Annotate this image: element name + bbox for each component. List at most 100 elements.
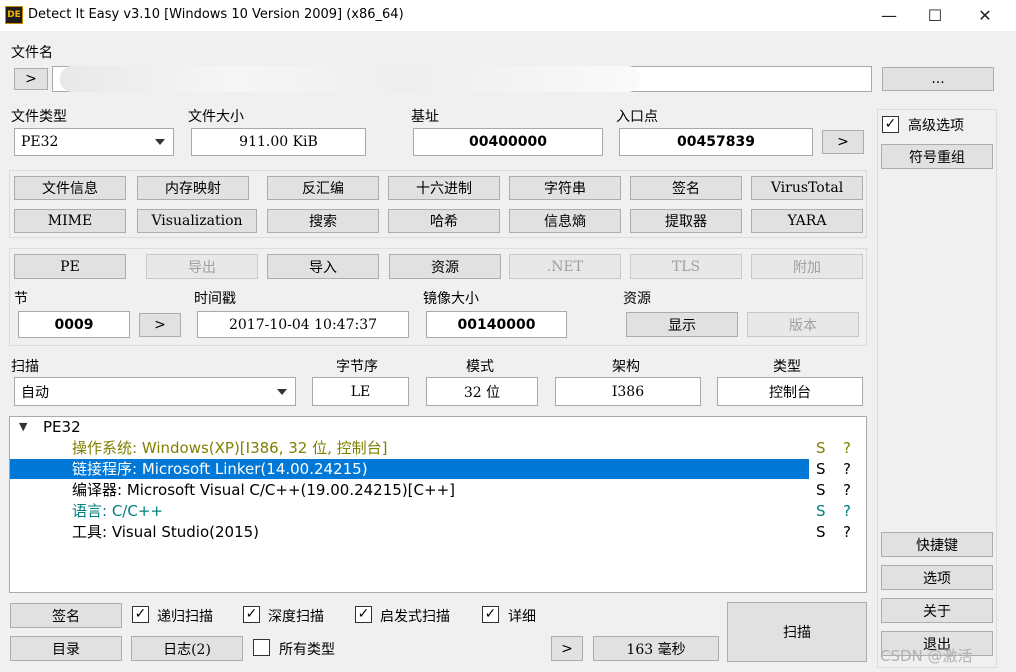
close-icon[interactable]: ✕ xyxy=(962,0,1008,31)
tool-button-row1[interactable]: 反汇编 xyxy=(267,176,379,200)
result-text: 工具: Visual Studio(2015) xyxy=(72,523,260,541)
tool-button-row1[interactable]: 十六进制 xyxy=(388,176,500,200)
recursive-scan-checkbox[interactable]: ✓ xyxy=(132,606,149,623)
about-button[interactable]: 关于 xyxy=(881,598,993,623)
endian-label: 字节序 xyxy=(336,359,378,375)
base-address-label: 基址 xyxy=(411,109,439,125)
shortcuts-button[interactable]: 快捷键 xyxy=(881,532,993,557)
result-signature-flag[interactable]: S xyxy=(816,459,826,479)
result-row[interactable]: 操作系统: Windows(XP)[I386, 32 位, 控制台] S? xyxy=(10,438,867,458)
tls-button[interactable]: TLS xyxy=(630,254,742,279)
verbose-checkbox[interactable]: ✓ xyxy=(482,606,499,623)
tool-button-row2[interactable]: 搜索 xyxy=(267,209,379,233)
show-resources-button[interactable]: 显示 xyxy=(626,312,738,337)
tool-button-row1[interactable]: 文件信息 xyxy=(14,176,126,200)
expand-arrow-icon[interactable]: ▼ xyxy=(19,420,27,433)
chevron-down-icon xyxy=(277,388,287,395)
recursive-scan-label: 递归扫描 xyxy=(157,609,213,625)
version-button[interactable]: 版本 xyxy=(747,312,859,337)
type-field: 控制台 xyxy=(717,377,863,406)
file-size-field: 911.00 KiB xyxy=(191,128,366,156)
deep-scan-checkbox[interactable]: ✓ xyxy=(243,606,260,623)
result-info-flag[interactable]: ? xyxy=(843,501,851,521)
image-size-label: 镜像大小 xyxy=(423,291,479,307)
entry-point-button[interactable]: > xyxy=(822,130,864,154)
file-type-label: 文件类型 xyxy=(11,109,67,125)
image-size-field: 00140000 xyxy=(426,311,567,338)
resources-button[interactable]: 资源 xyxy=(389,254,501,279)
arch-field: I386 xyxy=(555,377,701,406)
tool-button-row2[interactable]: 提取器 xyxy=(630,209,742,233)
tool-button-row1[interactable]: VirusTotal xyxy=(751,176,863,200)
timestamp-label: 时间戳 xyxy=(194,291,236,307)
app-icon: DE xyxy=(5,6,23,24)
verbose-label: 详细 xyxy=(508,609,536,625)
file-type-value: PE32 xyxy=(21,134,59,150)
log-button[interactable]: 日志(2) xyxy=(131,636,243,661)
advanced-options-label: 高级选项 xyxy=(908,118,964,134)
result-signature-flag[interactable]: S xyxy=(816,480,826,500)
result-info-flag[interactable]: ? xyxy=(843,522,851,542)
net-button[interactable]: .NET xyxy=(509,254,621,279)
pe-button[interactable]: PE xyxy=(14,254,126,279)
result-signature-flag[interactable]: S xyxy=(816,522,826,542)
tool-button-row2[interactable]: YARA xyxy=(751,209,863,233)
open-file-button[interactable]: > xyxy=(14,68,48,90)
file-size-label: 文件大小 xyxy=(188,109,244,125)
export-button[interactable]: 导出 xyxy=(146,254,258,279)
overlay-button[interactable]: 附加 xyxy=(751,254,863,279)
import-button[interactable]: 导入 xyxy=(267,254,379,279)
result-row[interactable]: 编译器: Microsoft Visual C/C++(19.00.24215)… xyxy=(10,480,867,500)
result-info-flag[interactable]: ? xyxy=(843,480,851,500)
scan-mode-value: 自动 xyxy=(21,384,49,401)
tool-button-row2[interactable]: MIME xyxy=(14,209,126,233)
mode-field: 32 位 xyxy=(426,377,538,406)
all-types-label: 所有类型 xyxy=(279,642,335,658)
type-label: 类型 xyxy=(773,359,801,375)
chevron-down-icon xyxy=(155,139,165,145)
result-text: 语言: C/C++ xyxy=(72,502,163,520)
all-types-checkbox[interactable] xyxy=(253,639,270,656)
tool-button-row2[interactable]: 哈希 xyxy=(388,209,500,233)
result-info-flag[interactable]: ? xyxy=(843,459,851,479)
result-info-flag[interactable]: ? xyxy=(843,438,851,458)
resources-label: 资源 xyxy=(623,291,651,307)
result-row[interactable]: 工具: Visual Studio(2015) S? xyxy=(10,522,867,542)
browse-button[interactable]: ... xyxy=(882,67,994,91)
time-arrow-button[interactable]: > xyxy=(551,636,583,661)
tool-button-row2[interactable]: Visualization xyxy=(137,209,257,233)
sections-field: 0009 xyxy=(18,311,130,338)
watermark: CSDN @激活 xyxy=(880,647,973,665)
result-row[interactable]: 语言: C/C++ S? xyxy=(10,501,867,521)
scan-button[interactable]: 扫描 xyxy=(727,602,867,662)
advanced-options-checkbox[interactable]: ✓ xyxy=(882,116,899,133)
tool-button-row2[interactable]: 信息熵 xyxy=(509,209,621,233)
result-text: 链接程序: Microsoft Linker(14.00.24215) xyxy=(72,460,368,478)
entry-point-label: 入口点 xyxy=(616,109,658,125)
result-row[interactable]: 链接程序: Microsoft Linker(14.00.24215) S? xyxy=(10,459,867,479)
result-text: 操作系统: Windows(XP)[I386, 32 位, 控制台] xyxy=(72,439,388,457)
elapsed-time-field: 163 毫秒 xyxy=(593,636,719,661)
options-button[interactable]: 选项 xyxy=(881,565,993,590)
tool-button-row1[interactable]: 签名 xyxy=(630,176,742,200)
maximize-icon[interactable]: ☐ xyxy=(912,0,958,31)
directory-button[interactable]: 目录 xyxy=(10,636,122,661)
mode-label: 模式 xyxy=(466,359,494,375)
heuristic-scan-checkbox[interactable]: ✓ xyxy=(355,606,372,623)
tree-root-pe32[interactable]: PE32 xyxy=(43,418,81,436)
minimize-icon[interactable]: — xyxy=(866,0,912,31)
tool-button-row1[interactable]: 字符串 xyxy=(509,176,621,200)
file-path-redacted xyxy=(60,66,640,92)
signatures-button[interactable]: 签名 xyxy=(10,603,122,628)
symbol-demangle-button[interactable]: 符号重组 xyxy=(881,144,993,169)
result-signature-flag[interactable]: S xyxy=(816,501,826,521)
timestamp-field: 2017-10-04 10:47:37 xyxy=(197,311,409,338)
file-type-select[interactable]: PE32 xyxy=(14,128,174,156)
result-text: 编译器: Microsoft Visual C/C++(19.00.24215)… xyxy=(72,481,455,499)
scan-mode-select[interactable]: 自动 xyxy=(14,377,296,406)
sections-button[interactable]: > xyxy=(139,313,181,337)
arch-label: 架构 xyxy=(612,359,640,375)
result-signature-flag[interactable]: S xyxy=(816,438,826,458)
tool-button-row1[interactable]: 内存映射 xyxy=(137,176,249,200)
base-address-field: 00400000 xyxy=(413,128,603,156)
